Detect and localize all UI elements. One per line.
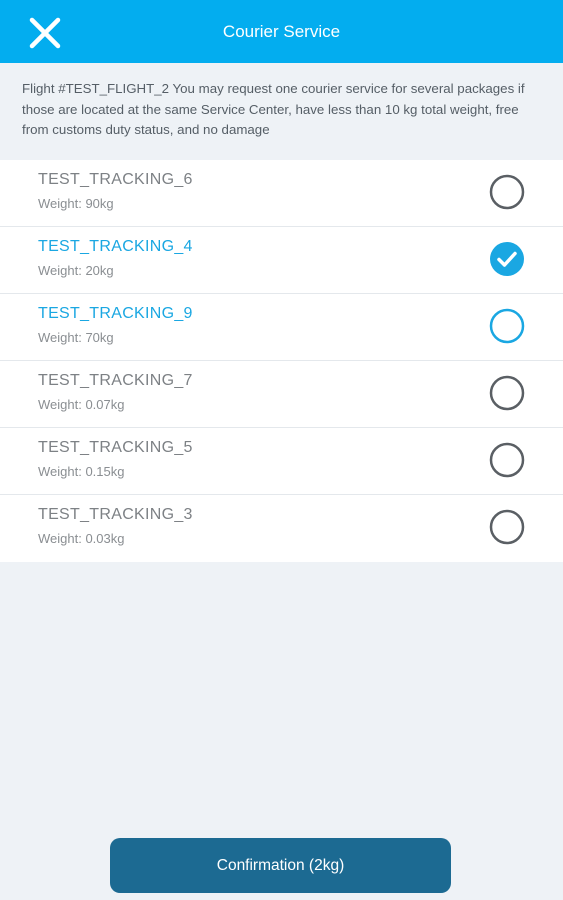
radio-highlighted-icon <box>489 308 525 344</box>
tracking-number: TEST_TRACKING_9 <box>38 305 193 322</box>
list-item[interactable]: TEST_TRACKING_4 Weight: 20kg <box>0 227 563 294</box>
package-weight: Weight: 0.15kg <box>38 464 125 479</box>
confirmation-button[interactable]: Confirmation (2kg) <box>110 838 451 893</box>
tracking-number: TEST_TRACKING_7 <box>38 372 193 389</box>
list-item[interactable]: TEST_TRACKING_3 Weight: 0.03kg <box>0 495 563 562</box>
list-item[interactable]: TEST_TRACKING_5 Weight: 0.15kg <box>0 428 563 495</box>
tracking-number: TEST_TRACKING_4 <box>38 238 193 255</box>
package-list: TEST_TRACKING_6 Weight: 90kg TEST_TRACKI… <box>0 160 563 562</box>
radio-button[interactable] <box>489 174 525 210</box>
tracking-number: TEST_TRACKING_3 <box>38 506 193 523</box>
package-weight: Weight: 90kg <box>38 196 114 211</box>
radio-button[interactable] <box>489 241 525 277</box>
tracking-number: TEST_TRACKING_6 <box>38 171 193 188</box>
notice-text: Flight #TEST_FLIGHT_2 You may request on… <box>0 63 563 160</box>
tracking-number: TEST_TRACKING_5 <box>38 439 193 456</box>
package-weight: Weight: 70kg <box>38 330 114 345</box>
list-item[interactable]: TEST_TRACKING_9 Weight: 70kg <box>0 294 563 361</box>
package-weight: Weight: 0.07kg <box>38 397 125 412</box>
radio-button[interactable] <box>489 442 525 478</box>
radio-unchecked-icon <box>489 509 525 545</box>
radio-unchecked-icon <box>489 375 525 411</box>
package-weight: Weight: 0.03kg <box>38 531 125 546</box>
list-item[interactable]: TEST_TRACKING_6 Weight: 90kg <box>0 160 563 227</box>
check-circle-icon <box>490 242 524 276</box>
radio-unchecked-icon <box>489 174 525 210</box>
radio-button[interactable] <box>489 308 525 344</box>
radio-button[interactable] <box>489 509 525 545</box>
radio-button[interactable] <box>489 375 525 411</box>
page-title: Courier Service <box>222 22 341 41</box>
list-item[interactable]: TEST_TRACKING_7 Weight: 0.07kg <box>0 361 563 428</box>
package-weight: Weight: 20kg <box>38 263 114 278</box>
app-header: Courier Service <box>0 0 563 63</box>
radio-unchecked-icon <box>489 442 525 478</box>
